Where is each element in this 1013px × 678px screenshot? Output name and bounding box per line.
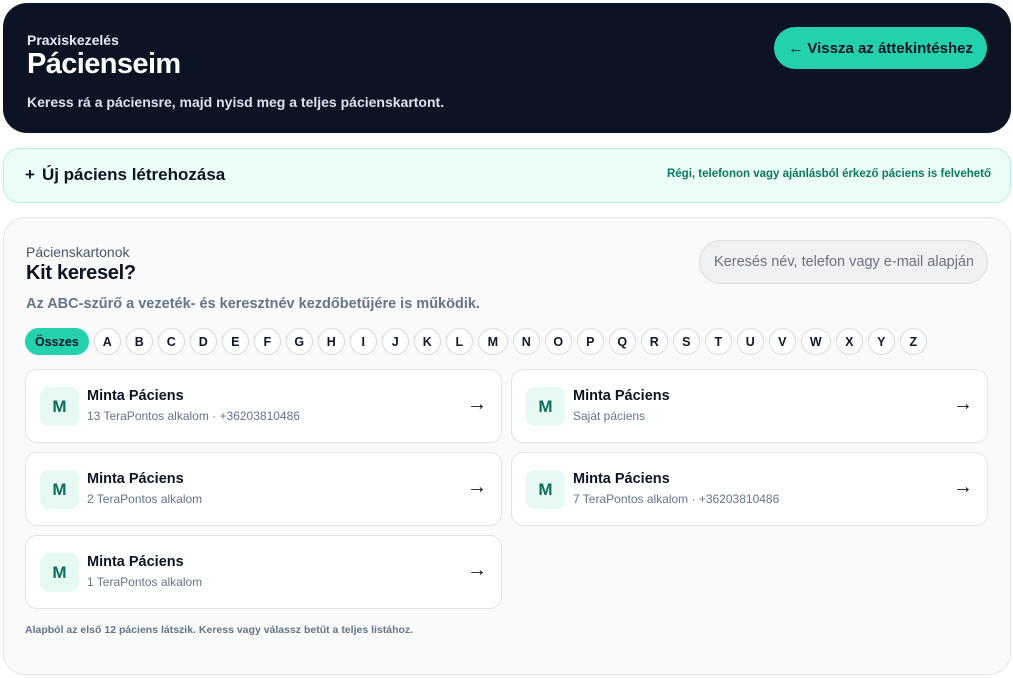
patient-records-panel: Pácienskartonok Kit keresel? Az ABC-szűr… [3,217,1011,675]
patient-card[interactable]: M Minta Páciens 13 TeraPontos alkalom · +3… [25,369,502,443]
avatar: M [40,553,79,592]
letter-filter-w[interactable]: W [800,328,831,355]
panel-label: Pácienskartonok [26,244,130,260]
letter-filter-v[interactable]: V [768,328,796,355]
letter-filter-j[interactable]: J [381,328,409,355]
create-patient-button[interactable]: + Új páciens létrehozása [25,165,225,185]
letter-filter-q[interactable]: Q [608,328,636,355]
letter-filter-z[interactable]: Z [899,328,927,355]
arrow-left-icon: ← [788,39,804,57]
patient-name: Minta Páciens [573,471,670,487]
patient-card[interactable]: M Minta Páciens 1 TeraPontos alkalom → [25,535,502,609]
letter-filter-i[interactable]: I [349,328,377,355]
letter-filter-t[interactable]: T [704,328,732,355]
patient-meta: 7 TeraPontos alkalom · +36203810486 [573,492,780,506]
letter-filter-c[interactable]: C [157,328,185,355]
arrow-right-icon: → [467,559,487,581]
patient-card[interactable]: M Minta Páciens 2 TeraPontos alkalom → [25,452,502,526]
letter-filter-p[interactable]: P [576,328,604,355]
arrow-right-icon: → [953,476,973,498]
patient-meta: 13 TeraPontos alkalom · +36203810486 [87,409,300,423]
avatar: M [526,387,565,426]
letter-filter-m[interactable]: M [477,328,508,355]
letter-filter-all[interactable]: Összes [25,328,89,355]
letter-filter-o[interactable]: O [544,328,572,355]
panel-heading: Kit keresel? [26,262,136,284]
letter-filter-x[interactable]: X [835,328,863,355]
page-subtitle: Keress rá a páciensre, majd nyisd meg a … [27,94,445,110]
patient-search-input[interactable] [699,240,988,284]
avatar: M [40,387,79,426]
letter-filter-b[interactable]: B [125,328,153,355]
create-patient-label: Új páciens létrehozása [41,165,226,184]
patient-meta: 1 TeraPontos alkalom [87,575,203,589]
arrow-right-icon: → [467,393,487,415]
create-patient-hint: Régi, telefonon vagy ajánlásból érkező p… [666,168,991,180]
new-patient-bar: + Új páciens létrehozása Régi, telefonon… [3,148,1011,203]
letter-filter-r[interactable]: R [640,328,668,355]
letter-filter-a[interactable]: A [93,328,121,355]
filter-helper-text: Az ABC-szűrő a vezeték- és keresztnév ke… [26,296,480,312]
back-button-label: Vissza az áttekintéshez [807,39,973,57]
avatar: M [40,470,79,509]
letter-filter-d[interactable]: D [189,328,217,355]
alphabet-filter: Összes A B C D E F G H I J K L M N O P Q R S T U V W X Y Z [25,328,927,355]
letter-filter-e[interactable]: E [221,328,249,355]
letter-filter-h[interactable]: H [317,328,345,355]
patient-meta: Saját páciens [573,409,646,423]
arrow-right-icon: → [953,393,973,415]
patient-name: Minta Páciens [87,471,184,487]
patient-card[interactable]: M Minta Páciens Saját páciens → [511,369,988,443]
patient-meta: 2 TeraPontos alkalom [87,492,203,506]
letter-filter-f[interactable]: F [253,328,281,355]
letter-filter-k[interactable]: K [413,328,441,355]
letter-filter-y[interactable]: Y [867,328,895,355]
patient-name: Minta Páciens [573,388,670,404]
patient-card[interactable]: M Minta Páciens 7 TeraPontos alkalom · +36… [511,452,988,526]
back-to-overview-button[interactable]: ← Vissza az áttekintéshez [774,27,987,69]
letter-filter-l[interactable]: L [445,328,473,355]
plus-icon: + [25,165,35,184]
letter-filter-n[interactable]: N [512,328,540,355]
list-footnote: Alapból az első 12 páciens látszik. Kere… [25,624,414,636]
page-header: Praxiskezelés Pácienseim Keress rá a pác… [3,3,1011,133]
letter-filter-g[interactable]: G [285,328,313,355]
letter-filter-s[interactable]: S [672,328,700,355]
arrow-right-icon: → [467,476,487,498]
patient-name: Minta Páciens [87,554,184,570]
avatar: M [526,470,565,509]
page-title: Pácienseim [27,48,181,80]
section-eyebrow: Praxiskezelés [27,32,119,48]
letter-filter-u[interactable]: U [736,328,764,355]
patient-name: Minta Páciens [87,388,184,404]
